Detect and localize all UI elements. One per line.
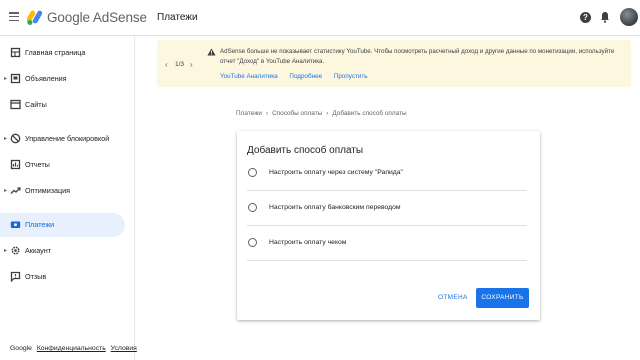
- privacy-link[interactable]: Конфиденциальность: [37, 345, 106, 352]
- warning-icon: [207, 48, 216, 56]
- cancel-button[interactable]: ОТМЕНА: [434, 288, 472, 308]
- banner-message: AdSense больше не показывает статистику …: [220, 48, 615, 65]
- option-rapida[interactable]: Настроить оплату через систему "Рапида": [247, 157, 527, 191]
- chevron-right-icon: ›: [265, 110, 269, 117]
- expand-caret-icon[interactable]: ▸: [4, 75, 7, 82]
- card-title: Добавить способ оплаты: [247, 145, 364, 156]
- sidebar: Главная страница ▸ Объявления Сайты ▸ Уп…: [0, 36, 137, 360]
- radio-button[interactable]: [248, 238, 257, 247]
- reports-icon: [10, 159, 21, 170]
- sidebar-item-label: Оптимизация: [25, 186, 71, 195]
- save-button[interactable]: СОХРАНИТЬ: [476, 288, 529, 308]
- breadcrumb-payments[interactable]: Платежи: [236, 110, 262, 117]
- breadcrumb: Платежи › Способы оплаты › Добавить способ о…: [236, 110, 407, 117]
- sidebar-item-label: Отзыв: [25, 272, 47, 281]
- expand-caret-icon[interactable]: ▸: [4, 135, 7, 142]
- banner-counter: 1/3: [175, 61, 185, 68]
- adsense-logo-icon: [27, 10, 42, 25]
- option-label: Настроить оплату банковским переводом: [269, 204, 401, 211]
- sidebar-item-label: Аккаунт: [25, 246, 52, 255]
- terms-link[interactable]: Условия: [111, 345, 137, 352]
- block-icon: [10, 133, 21, 144]
- sidebar-item-account[interactable]: ▸ Аккаунт: [0, 239, 125, 263]
- chevron-left-icon[interactable]: ‹: [165, 60, 168, 69]
- sidebar-item-label: Платежи: [25, 220, 55, 229]
- add-payment-method-card: Добавить способ оплаты Настроить оплату …: [237, 131, 540, 320]
- sidebar-item-sites[interactable]: Сайты: [0, 93, 125, 117]
- sidebar-item-label: Отчеты: [25, 160, 50, 169]
- top-app-bar: Google AdSense Платежи ?: [0, 0, 640, 36]
- option-check[interactable]: Настроить оплату чеком: [247, 227, 527, 261]
- sidebar-item-payments[interactable]: Платежи: [0, 213, 125, 237]
- notifications-bell-icon[interactable]: [600, 11, 610, 23]
- chevron-right-icon: ›: [326, 110, 329, 117]
- learn-more-link[interactable]: Подробнее: [289, 73, 322, 80]
- gear-icon: [11, 246, 20, 255]
- sidebar-item-block-control[interactable]: ▸ Управление блокировкой: [0, 127, 125, 151]
- sidebar-item-reports[interactable]: Отчеты: [0, 153, 125, 177]
- banner-actions: YouTube Аналитика Подробнее Пропустить: [220, 73, 378, 80]
- radio-button[interactable]: [248, 203, 257, 212]
- ads-icon: [10, 73, 21, 84]
- sites-icon: [10, 99, 21, 110]
- payments-icon: [10, 221, 21, 228]
- sidebar-item-feedback[interactable]: Отзыв: [0, 265, 125, 289]
- breadcrumb-payment-methods[interactable]: Способы оплаты: [272, 110, 322, 117]
- breadcrumb-current: Добавить способ оплаты: [332, 110, 407, 117]
- help-icon[interactable]: ?: [580, 12, 591, 23]
- sidebar-item-ads[interactable]: ▸ Объявления: [0, 67, 125, 91]
- avatar[interactable]: [620, 8, 638, 26]
- sidebar-item-home[interactable]: Главная страница: [0, 41, 125, 65]
- sidebar-item-label: Управление блокировкой: [25, 134, 110, 143]
- sidebar-item-label: Объявления: [25, 74, 67, 83]
- feedback-icon: [10, 271, 21, 282]
- sidebar-item-label: Сайты: [25, 100, 47, 109]
- menu-icon[interactable]: [9, 12, 19, 22]
- page-title: Платежи: [157, 12, 198, 23]
- skip-link[interactable]: Пропустить: [334, 73, 368, 80]
- option-label: Настроить оплату через систему "Рапида": [269, 169, 403, 176]
- youtube-analytics-link[interactable]: YouTube Аналитика: [220, 73, 278, 80]
- radio-button[interactable]: [248, 168, 257, 177]
- sidebar-footer: Google Конфиденциальность Условия: [10, 345, 140, 352]
- option-bank-transfer[interactable]: Настроить оплату банковским переводом: [247, 192, 527, 226]
- sidebar-item-label: Главная страница: [25, 48, 86, 57]
- sidebar-item-optimization[interactable]: ▸ Оптимизация: [0, 179, 125, 203]
- option-label: Настроить оплату чеком: [269, 239, 347, 246]
- chevron-right-icon[interactable]: ›: [190, 60, 193, 69]
- expand-caret-icon[interactable]: ▸: [4, 187, 7, 194]
- expand-caret-icon[interactable]: ▸: [4, 247, 7, 254]
- optimization-icon: [10, 187, 21, 194]
- footer-google: Google: [10, 345, 32, 352]
- notification-banner: ‹ 1/3 › AdSense больше не показывает ста…: [157, 40, 631, 87]
- home-icon: [10, 47, 21, 58]
- brand-name: Google AdSense: [47, 10, 147, 25]
